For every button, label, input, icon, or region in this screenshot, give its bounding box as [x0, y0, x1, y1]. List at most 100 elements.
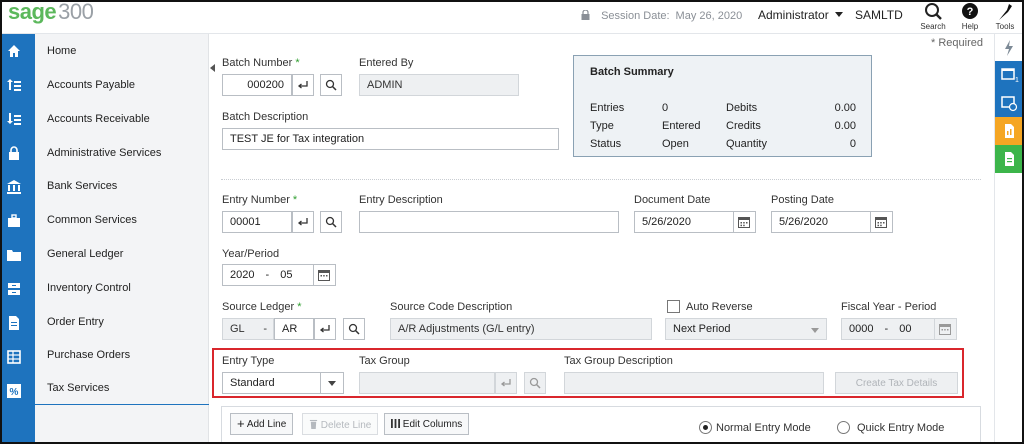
search-icon: [925, 3, 942, 20]
company-name[interactable]: SAMLTD: [855, 8, 903, 22]
collapse-sidebar-icon[interactable]: [210, 64, 215, 72]
sidebar-item-accounts-payable[interactable]: Accounts Payable: [47, 79, 135, 91]
history-icon: [1001, 96, 1018, 112]
percent-icon[interactable]: %: [7, 384, 21, 398]
session-label: Session Date:: [601, 10, 670, 22]
tax-group-description-label: Tax Group Description: [564, 355, 673, 367]
required-marker: *: [295, 57, 300, 69]
history-button[interactable]: [995, 89, 1022, 117]
export-button[interactable]: [995, 145, 1022, 173]
search-icon: [529, 377, 541, 389]
posting-date-label: Posting Date: [771, 194, 834, 206]
year-period-separator: -: [265, 269, 270, 281]
source-type-input[interactable]: AR: [274, 318, 314, 340]
section-divider: [221, 179, 981, 180]
calendar-icon: [318, 270, 330, 281]
inventory-icon[interactable]: [7, 282, 21, 296]
posting-date-picker[interactable]: [871, 211, 893, 233]
batch-number-finder-button[interactable]: [320, 74, 342, 96]
help-button[interactable]: ? Help: [952, 2, 988, 31]
auto-reverse-period-select[interactable]: Next Period: [665, 318, 827, 340]
document-date-input[interactable]: 5/26/2020: [634, 211, 734, 233]
chevron-down-icon: [811, 328, 819, 333]
summary-status-value: Open: [662, 138, 689, 150]
tax-group-enter-button[interactable]: [495, 372, 517, 394]
add-line-button[interactable]: + Add Line: [230, 413, 294, 435]
edit-columns-label: Edit Columns: [402, 419, 463, 430]
source-code-finder-button[interactable]: [343, 318, 365, 340]
normal-entry-mode-radio[interactable]: [699, 421, 712, 434]
tax-group-input[interactable]: [359, 372, 495, 394]
entry-type-select[interactable]: Standard: [222, 372, 344, 394]
summary-debits-value: 0.00: [834, 102, 856, 114]
summary-type-value: Entered: [662, 120, 701, 132]
accounts-receivable-icon[interactable]: [7, 112, 21, 126]
year-period-picker[interactable]: [314, 264, 336, 286]
source-ledger-separator: -: [263, 323, 267, 335]
entry-number-input[interactable]: 00001: [222, 211, 292, 233]
entry-number-finder-button[interactable]: [320, 211, 342, 233]
sidebar-item-inventory-control[interactable]: Inventory Control: [47, 282, 131, 294]
columns-icon: [391, 419, 400, 428]
quick-entry-mode-radio[interactable]: [837, 421, 850, 434]
document-date-picker[interactable]: [734, 211, 756, 233]
summary-status-label: Status: [590, 138, 622, 150]
lock-icon: [581, 10, 590, 20]
entered-by-field: ADMIN: [359, 74, 519, 96]
source-ledger-label: Source Ledger *: [222, 301, 302, 313]
lock-icon[interactable]: [7, 146, 21, 160]
window-button[interactable]: 1: [995, 61, 1022, 89]
report-button[interactable]: [995, 117, 1022, 145]
tools-button[interactable]: Tools: [987, 2, 1022, 31]
entry-description-label: Entry Description: [359, 194, 443, 206]
sidebar-item-common-services[interactable]: Common Services: [47, 214, 137, 226]
sidebar-item-tax-services[interactable]: Tax Services: [47, 382, 109, 394]
sidebar-item-general-ledger[interactable]: General Ledger: [47, 248, 123, 260]
batch-number-enter-button[interactable]: [292, 74, 314, 96]
summary-credits-value: 0.00: [834, 120, 856, 132]
batch-number-input[interactable]: 000200: [222, 74, 292, 96]
entry-description-input[interactable]: [359, 211, 619, 233]
help-label: Help: [961, 22, 979, 31]
document-icon[interactable]: [7, 316, 21, 330]
search-button[interactable]: Search: [915, 2, 951, 31]
sidebar-item-order-entry[interactable]: Order Entry: [47, 316, 104, 328]
source-code-enter-button[interactable]: [314, 318, 336, 340]
fiscal-year-period-field: 0000 - 00: [841, 318, 935, 340]
entry-type-label: Entry Type: [222, 355, 275, 367]
posting-date-input[interactable]: 5/26/2020: [771, 211, 871, 233]
sidebar-item-bank-services[interactable]: Bank Services: [47, 180, 117, 192]
sidebar-item-accounts-receivable[interactable]: Accounts Receivable: [47, 113, 150, 125]
batch-description-input[interactable]: TEST JE for Tax integration: [222, 128, 559, 150]
user-menu[interactable]: Administrator: [758, 8, 843, 22]
tax-group-finder-button[interactable]: [524, 372, 546, 394]
sage-logo[interactable]: sage300: [8, 0, 94, 25]
year-period-input[interactable]: 2020 - 05: [222, 264, 314, 286]
quick-action-button[interactable]: [995, 34, 1022, 62]
home-icon[interactable]: [7, 44, 21, 58]
add-line-label: Add Line: [246, 419, 287, 430]
session-date-value: May 26, 2020: [675, 10, 743, 22]
bank-icon[interactable]: [7, 180, 21, 194]
sidebar-item-administrative-services[interactable]: Administrative Services: [47, 147, 161, 159]
delete-line-button[interactable]: Delete Line: [302, 413, 379, 435]
grid-icon[interactable]: [7, 350, 21, 364]
auto-reverse-checkbox[interactable]: [667, 300, 680, 313]
folder-icon[interactable]: [7, 248, 21, 262]
entry-number-label: Entry Number *: [222, 194, 297, 206]
accounts-payable-icon[interactable]: [7, 78, 21, 92]
delete-line-label: Delete Line: [320, 420, 372, 431]
quick-entry-mode-label: Quick Entry Mode: [857, 422, 945, 434]
sidebar-item-purchase-orders[interactable]: Purchase Orders: [47, 349, 130, 361]
enter-icon: [319, 325, 330, 333]
fiscal-year-period-label: Fiscal Year - Period: [841, 301, 937, 313]
edit-columns-button[interactable]: Edit Columns: [384, 413, 470, 435]
briefcase-icon[interactable]: [7, 214, 21, 228]
source-ledger-label-text: Source Ledger: [222, 301, 295, 313]
auto-reverse-label: Auto Reverse: [686, 301, 753, 313]
batch-number-label-text: Batch Number: [222, 57, 293, 69]
logo-version: 300: [58, 0, 94, 24]
entry-number-enter-button[interactable]: [292, 211, 314, 233]
create-tax-details-button[interactable]: Create Tax Details: [835, 372, 958, 394]
sidebar-item-home[interactable]: Home: [47, 45, 76, 57]
